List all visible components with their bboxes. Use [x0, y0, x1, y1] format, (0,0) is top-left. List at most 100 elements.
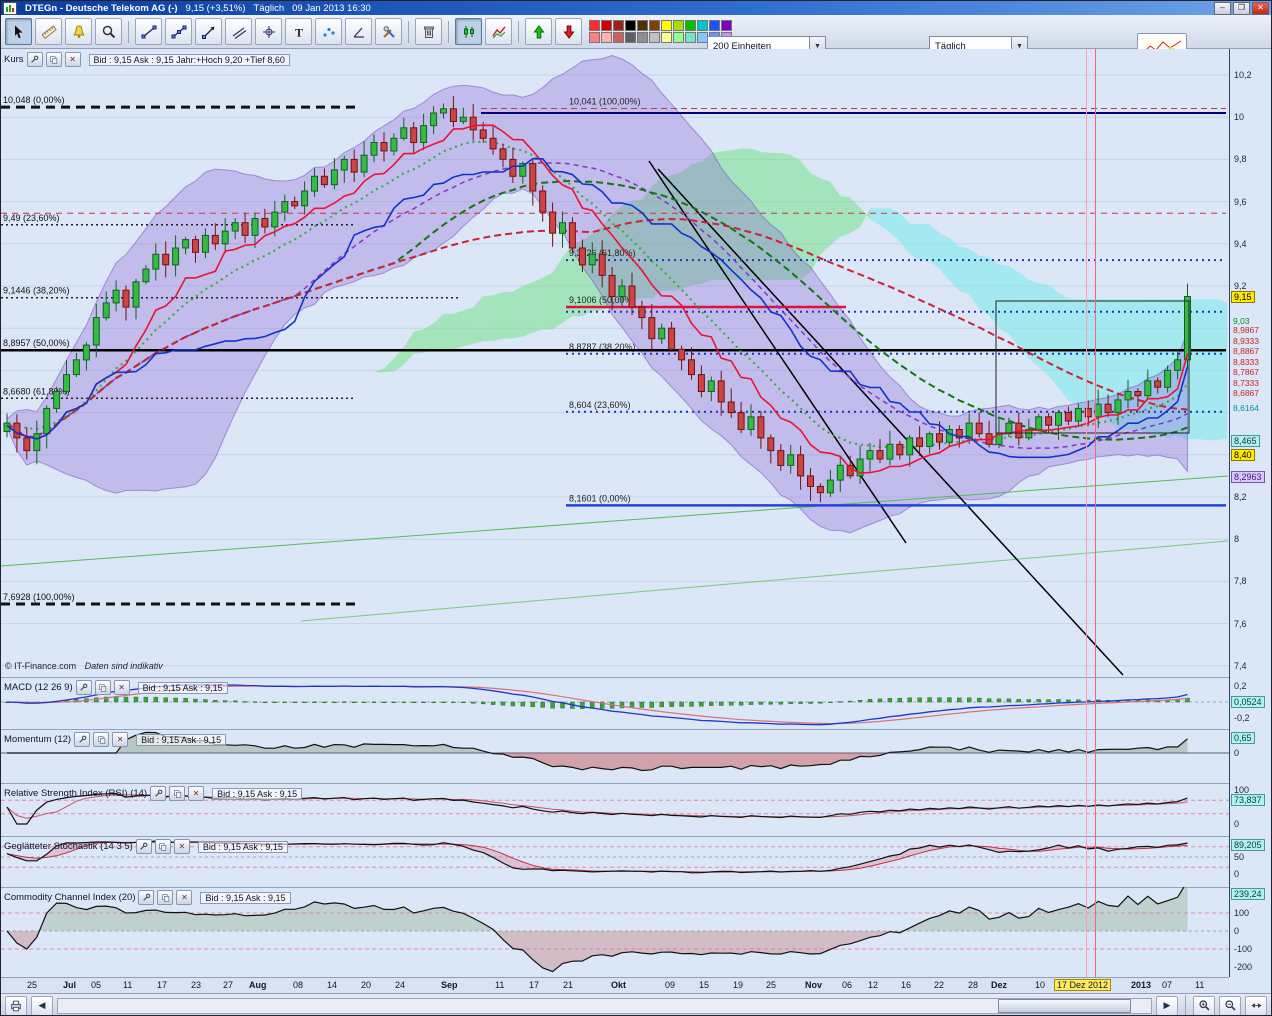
- panel-settings-button[interactable]: [75, 680, 92, 695]
- candlestick-view-icon: [463, 25, 474, 38]
- palette-color-swatch[interactable]: [601, 20, 612, 31]
- time-label: 19: [733, 980, 744, 990]
- palette-color-swatch[interactable]: [685, 32, 696, 43]
- palette-color-swatch[interactable]: [673, 32, 684, 43]
- palette-color-swatch[interactable]: [685, 20, 696, 31]
- panel-settings-button[interactable]: [138, 890, 155, 905]
- pointer-tool-icon: [14, 25, 22, 38]
- palette-color-swatch[interactable]: [709, 20, 720, 31]
- price-tick: 9,6: [1234, 197, 1247, 207]
- close-button[interactable]: ✕: [1252, 1, 1269, 15]
- scrollbar-thumb[interactable]: [997, 998, 1132, 1013]
- text-tool-button[interactable]: T: [285, 18, 312, 45]
- segment-tool-button[interactable]: [165, 18, 192, 45]
- parallel-lines-tool-icon: [232, 26, 246, 39]
- pointer-tool-button[interactable]: [5, 18, 32, 45]
- scroll-right-button[interactable]: ▶: [1156, 995, 1178, 1015]
- buy-arrow-button[interactable]: [525, 18, 552, 45]
- angle-tool-button[interactable]: [345, 18, 372, 45]
- panel-copy-button[interactable]: [94, 680, 111, 695]
- time-label: 25: [27, 980, 38, 990]
- panel-close-button[interactable]: ✕: [64, 52, 81, 67]
- palette-color-swatch[interactable]: [637, 20, 648, 31]
- window-title: DTEGn - Deutsche Telekom AG (-): [25, 2, 178, 14]
- panel-copy-button[interactable]: [154, 839, 171, 854]
- time-label: 16: [901, 980, 912, 990]
- indicator-value-badge: 0,0524: [1231, 696, 1265, 708]
- window-title-price: 9,15 (+3,51%): [185, 2, 246, 14]
- sell-arrow-button[interactable]: [555, 18, 582, 45]
- panel-copy-button[interactable]: [169, 786, 186, 801]
- palette-color-swatch[interactable]: [697, 20, 708, 31]
- zoom-in-button[interactable]: [1193, 995, 1215, 1015]
- panel-title: Kurs: [4, 54, 24, 65]
- palette-color-swatch[interactable]: [673, 20, 684, 31]
- candlestick-view-button[interactable]: [455, 18, 482, 45]
- mountain-view-button[interactable]: [485, 18, 512, 45]
- palette-color-swatch[interactable]: [613, 20, 624, 31]
- palette-color-swatch[interactable]: [661, 32, 672, 43]
- parallel-lines-tool-button[interactable]: [225, 18, 252, 45]
- time-label: 09: [665, 980, 676, 990]
- print-button[interactable]: [5, 995, 27, 1015]
- price-mark: 8,6867: [1233, 388, 1259, 398]
- time-label: 24: [395, 980, 406, 990]
- indicator-tick: -200: [1234, 962, 1253, 972]
- zoom-out-button[interactable]: [1219, 995, 1241, 1015]
- crosshair-tool-button[interactable]: [255, 18, 282, 45]
- fit-chart-button[interactable]: [1245, 995, 1267, 1015]
- time-axis[interactable]: 25 Jul 05 11 17 23 27 Aug 08 14 20 24 Sep 11 17 21 Okt 09…: [1, 977, 1229, 993]
- main-price-chart[interactable]: 10,048 (0,00%) 9,49 (23,60%) 9,1446 (38,20…: [1, 49, 1229, 677]
- palette-color-swatch[interactable]: [601, 32, 612, 43]
- panel-copy-button[interactable]: [93, 732, 110, 747]
- ray-tool-button[interactable]: [195, 18, 222, 45]
- panel-settings-button[interactable]: [74, 732, 91, 747]
- panel-close-button[interactable]: ✕: [173, 839, 190, 854]
- zoom-tool-button[interactable]: [95, 18, 122, 45]
- palette-color-swatch[interactable]: [661, 20, 672, 31]
- indicator-value-badge: 89,205: [1231, 839, 1265, 851]
- price-tick: 8,2: [1234, 492, 1247, 502]
- settings-tool-button[interactable]: [375, 18, 402, 45]
- panel-close-button[interactable]: ✕: [188, 786, 205, 801]
- palette-color-swatch[interactable]: [637, 32, 648, 43]
- panel-close-button[interactable]: ✕: [176, 890, 193, 905]
- minimize-button[interactable]: –: [1214, 1, 1231, 15]
- palette-color-swatch[interactable]: [589, 32, 600, 43]
- indicator-tick: 0: [1234, 926, 1240, 936]
- price-axis[interactable]: 10,2 10 9,8 9,6 9,4 9,2 8,2 8 7,8 7,6 7,4 9,15 9,03 8…: [1229, 49, 1271, 977]
- price-tick: 9,4: [1234, 239, 1247, 249]
- scatter-tool-button[interactable]: [315, 18, 342, 45]
- svg-text:9,1006 (50,00%): 9,1006 (50,00%): [569, 295, 636, 305]
- palette-color-swatch[interactable]: [625, 32, 636, 43]
- palette-color-swatch[interactable]: [649, 20, 660, 31]
- delete-tool-button[interactable]: [415, 18, 442, 45]
- panel-header-indicator-3: Relative Strength Index (RSI) (14) ✕ Bid :…: [4, 786, 303, 801]
- trendline-tool-button[interactable]: [135, 18, 162, 45]
- bid-ask-quote: Bid : 9,15 Ask : 9,15: [136, 733, 227, 746]
- ruler-tool-button[interactable]: [35, 18, 62, 45]
- indicator-tick: 0: [1234, 819, 1240, 829]
- indicative-data-note: Daten sind indikativ: [84, 661, 163, 671]
- panel-settings-button[interactable]: [135, 839, 152, 854]
- palette-color-swatch[interactable]: [649, 32, 660, 43]
- chart-scrollbar[interactable]: [57, 997, 1152, 1014]
- panel-copy-button[interactable]: [157, 890, 174, 905]
- indicator-value-badge: 73,837: [1231, 794, 1265, 806]
- palette-color-swatch[interactable]: [613, 32, 624, 43]
- palette-color-swatch[interactable]: [721, 20, 732, 31]
- panel-settings-button[interactable]: [150, 786, 167, 801]
- scroll-left-button[interactable]: ◀: [31, 995, 53, 1015]
- panel-close-button[interactable]: ✕: [113, 680, 130, 695]
- price-mark: 8,8333: [1233, 357, 1259, 367]
- svg-text:9,1446 (38,20%): 9,1446 (38,20%): [3, 286, 70, 296]
- panel-copy-button[interactable]: [45, 52, 62, 67]
- palette-color-swatch[interactable]: [589, 20, 600, 31]
- panel-settings-button[interactable]: [26, 52, 43, 67]
- alarm-tool-button[interactable]: [65, 18, 92, 45]
- price-mark: 9,15: [1231, 291, 1255, 303]
- time-label: Dez: [991, 980, 1008, 990]
- palette-color-swatch[interactable]: [625, 20, 636, 31]
- panel-close-button[interactable]: ✕: [112, 732, 129, 747]
- restore-button[interactable]: ❐: [1233, 1, 1250, 15]
